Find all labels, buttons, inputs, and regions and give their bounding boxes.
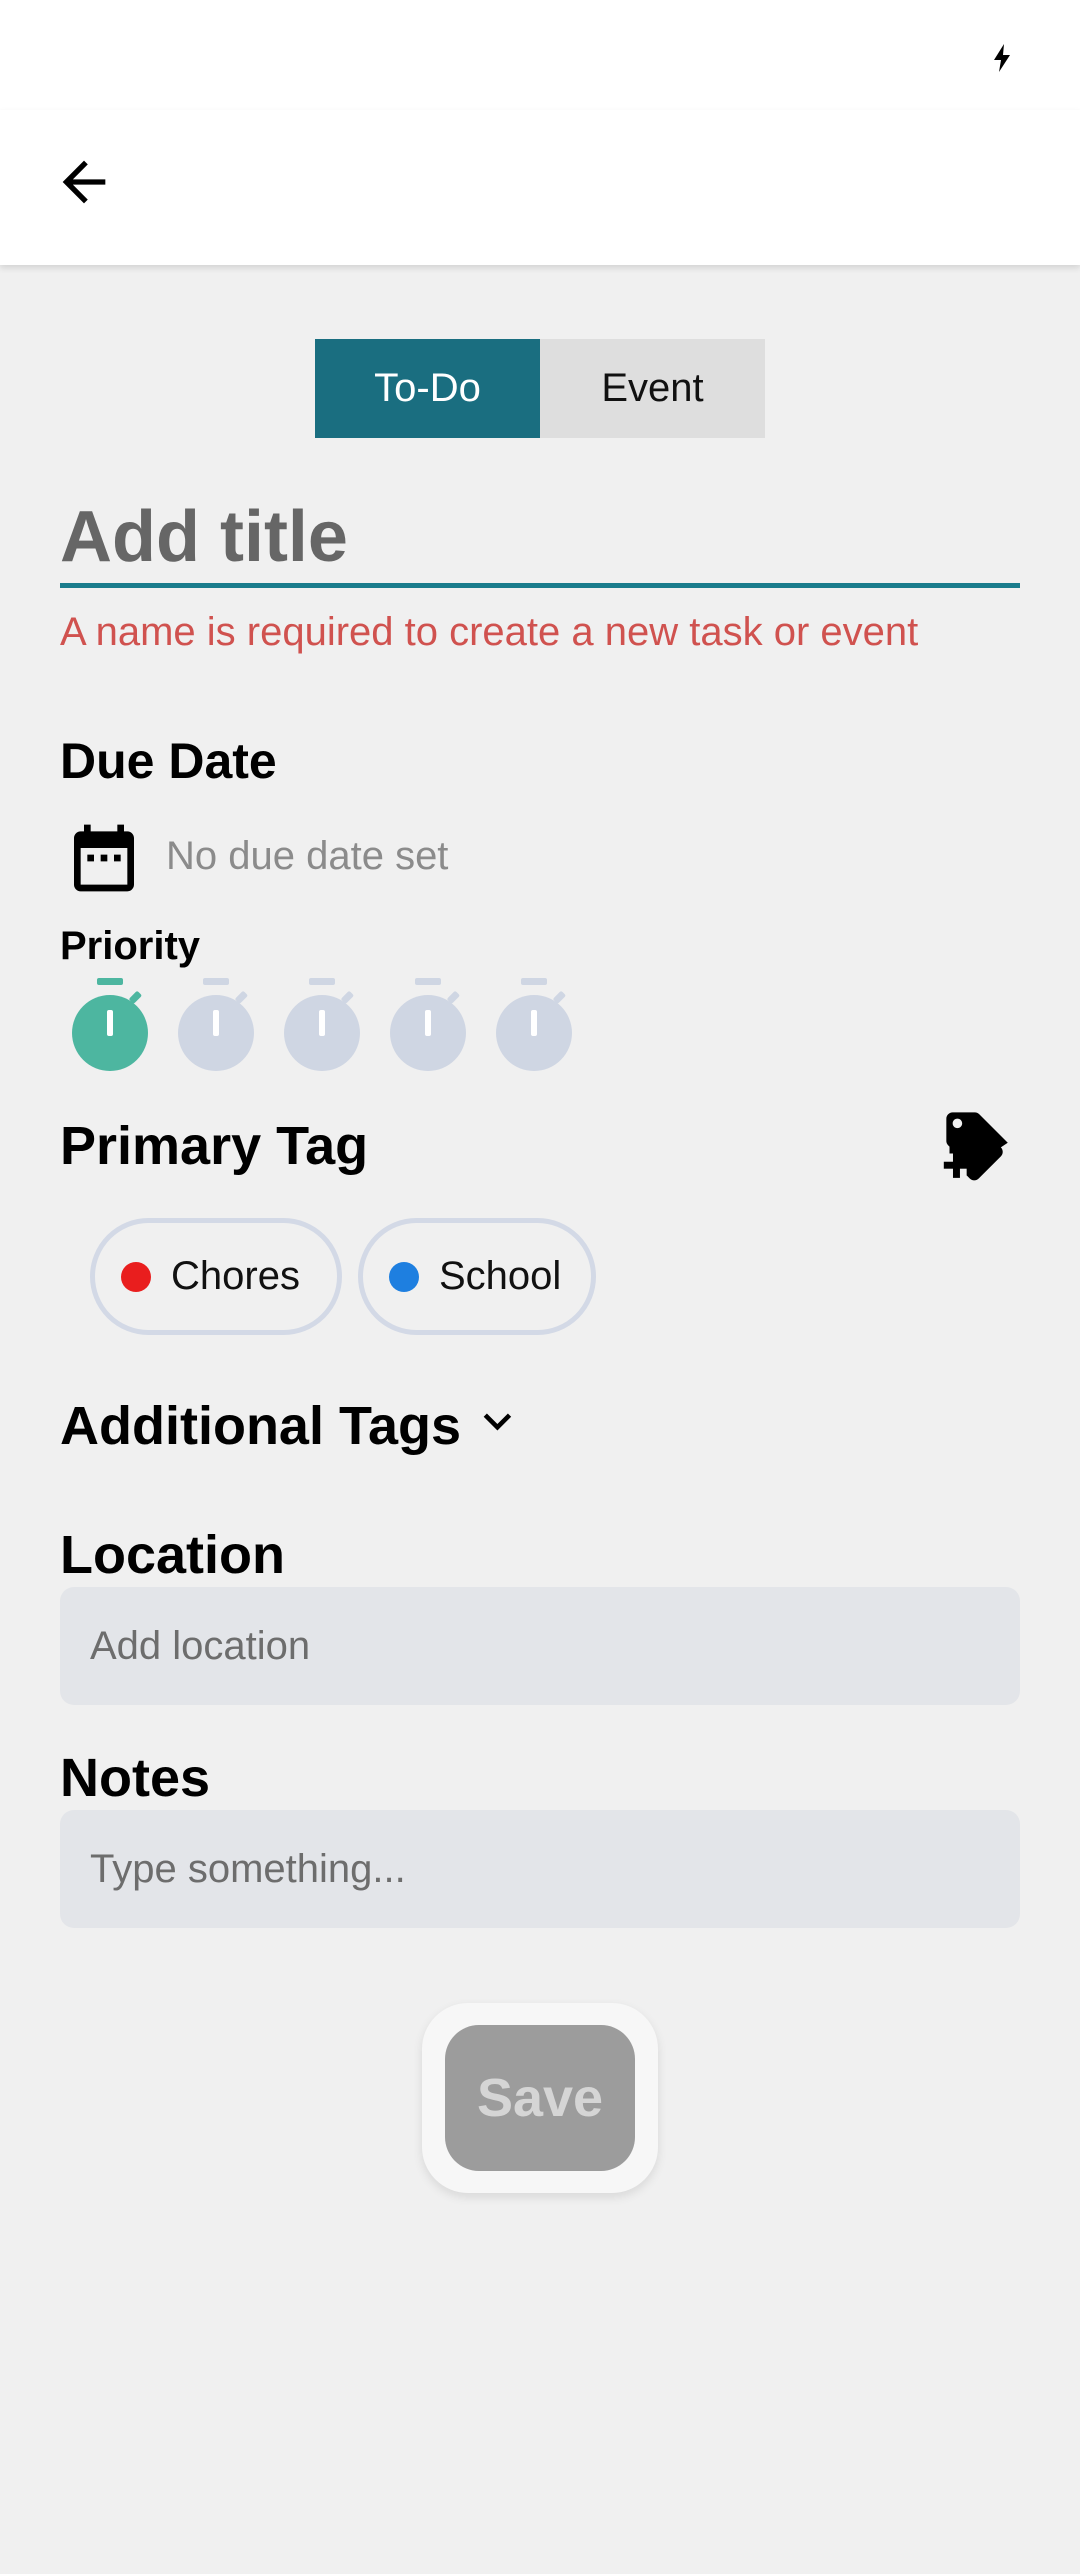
tag-chip-label: School xyxy=(439,1254,562,1298)
location-input[interactable] xyxy=(60,1587,1020,1705)
tag-chip-label: Chores xyxy=(171,1254,300,1298)
priority-level-1-icon[interactable] xyxy=(70,978,150,1073)
location-label: Location xyxy=(60,1525,285,1585)
priority-selector xyxy=(70,978,574,1073)
notes-input[interactable] xyxy=(60,1810,1020,1928)
title-input[interactable] xyxy=(60,490,1020,588)
priority-level-5-icon[interactable] xyxy=(494,978,574,1073)
title-error-message: A name is required to create a new task … xyxy=(60,610,919,654)
tag-color-dot xyxy=(389,1261,419,1292)
notes-label: Notes xyxy=(60,1748,211,1808)
tag-chip-chores[interactable]: Chores xyxy=(90,1218,342,1335)
priority-level-4-icon[interactable] xyxy=(388,978,468,1073)
tag-color-dot xyxy=(121,1261,151,1292)
tag-chip-school[interactable]: School xyxy=(358,1218,596,1335)
task-type-toggle: To-Do Event xyxy=(315,339,765,438)
additional-tags-toggle[interactable]: Additional Tags xyxy=(60,1395,461,1457)
app-bar xyxy=(0,110,1080,265)
save-button-container: Save xyxy=(422,2003,658,2193)
due-date-label: Due Date xyxy=(60,733,277,789)
charging-icon xyxy=(994,44,1010,72)
add-tag-icon[interactable] xyxy=(940,1106,1016,1182)
save-button[interactable]: Save xyxy=(445,2025,635,2171)
event-tab[interactable]: Event xyxy=(540,339,765,438)
priority-level-3-icon[interactable] xyxy=(282,978,362,1073)
primary-tag-label: Primary Tag xyxy=(60,1116,369,1176)
priority-label: Priority xyxy=(60,924,201,968)
arrow-back-icon xyxy=(62,160,106,204)
due-date-value[interactable]: No due date set xyxy=(166,834,448,879)
calendar-icon[interactable] xyxy=(64,818,144,898)
status-bar xyxy=(0,0,1080,110)
priority-level-2-icon[interactable] xyxy=(176,978,256,1073)
chevron-down-icon[interactable] xyxy=(470,1398,524,1448)
back-button[interactable] xyxy=(44,142,124,222)
todo-tab[interactable]: To-Do xyxy=(315,339,540,438)
